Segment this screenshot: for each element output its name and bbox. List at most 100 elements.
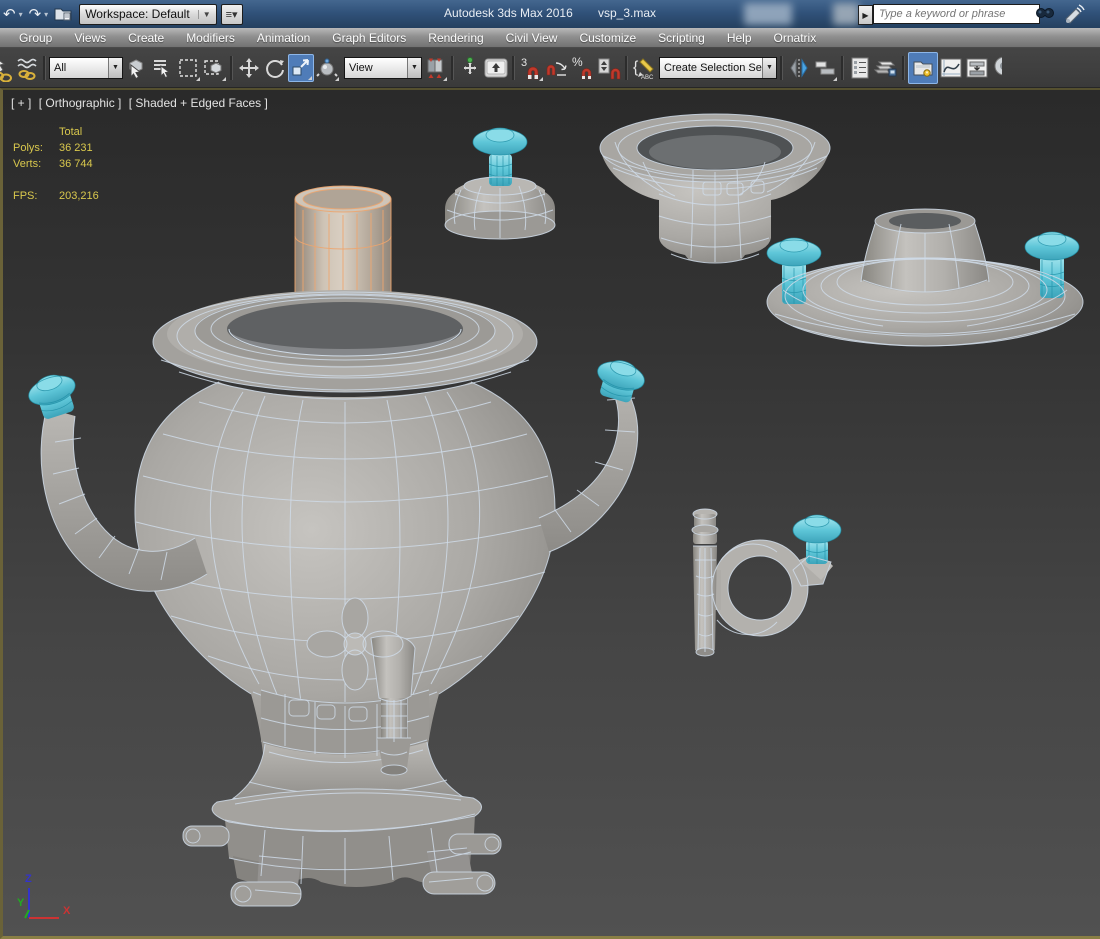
- samovar-rim[interactable]: [153, 290, 537, 399]
- select-and-manipulate-icon[interactable]: [457, 54, 483, 82]
- material-editor-icon[interactable]: [908, 52, 938, 84]
- stats-verts-label: Verts:: [13, 156, 59, 172]
- toolbar-separator: [230, 56, 233, 80]
- rectangular-selection-region-icon[interactable]: [175, 54, 201, 82]
- curve-editor-icon[interactable]: [938, 54, 964, 82]
- samovar-right-handle[interactable]: [539, 355, 648, 552]
- menu-graph-editors[interactable]: Graph Editors: [321, 31, 417, 45]
- axis-z-label: Z: [25, 873, 32, 885]
- toolbar-separator: [841, 56, 844, 80]
- blurred-account-area: [744, 3, 792, 25]
- menu-group[interactable]: Group: [8, 31, 63, 45]
- menu-help[interactable]: Help: [716, 31, 763, 45]
- main-toolbar: All ▼ View ▼: [0, 48, 1100, 88]
- app-title: Autodesk 3ds Max 2016: [444, 6, 573, 20]
- world-axis-tripod: Z X Y: [15, 866, 85, 926]
- schematic-view-icon[interactable]: [964, 54, 990, 82]
- viewport-pov-menu[interactable]: [ Orthographic ]: [39, 96, 122, 110]
- menu-ornatrix[interactable]: Ornatrix: [763, 31, 828, 45]
- reference-coordinate-dropdown[interactable]: View ▼: [344, 57, 422, 79]
- spinner-snap-icon[interactable]: [596, 54, 622, 82]
- menu-modifiers[interactable]: Modifiers: [175, 31, 246, 45]
- menu-civil-view[interactable]: Civil View: [495, 31, 569, 45]
- undo-icon[interactable]: ↶: [2, 7, 17, 22]
- bind-to-space-warp-icon[interactable]: [14, 54, 40, 82]
- samovar[interactable]: [24, 186, 648, 906]
- toolbar-separator: [451, 56, 454, 80]
- toolbar-separator: [43, 56, 46, 80]
- project-folder-icon[interactable]: [53, 5, 73, 23]
- menu-animation[interactable]: Animation: [246, 31, 321, 45]
- selection-filter-dropdown[interactable]: All ▼: [49, 57, 123, 79]
- percent-snap-icon[interactable]: %: [570, 54, 596, 82]
- redo-icon[interactable]: ↷: [28, 7, 43, 22]
- scene-explorer-icon[interactable]: [873, 54, 899, 82]
- viewport[interactable]: [ + ] [ Orthographic ] [ Shaded + Edged …: [0, 88, 1100, 939]
- search-input[interactable]: [873, 4, 1040, 24]
- axis-y-label: Y: [17, 897, 25, 909]
- lid-cap[interactable]: [445, 128, 555, 239]
- menu-rendering[interactable]: Rendering: [417, 31, 494, 45]
- select-by-name-icon[interactable]: [149, 54, 175, 82]
- align-icon[interactable]: [812, 54, 838, 82]
- search-history-arrow[interactable]: ▶: [858, 5, 873, 25]
- menubar: Group Views Create Modifiers Animation G…: [0, 28, 1100, 48]
- select-and-rotate-icon[interactable]: [262, 54, 288, 82]
- viewport-shading-menu[interactable]: [ Shaded + Edged Faces ]: [129, 96, 268, 110]
- search-icon[interactable]: [1034, 3, 1056, 30]
- viewport-label: [ + ] [ Orthographic ] [ Shaded + Edged …: [11, 96, 272, 110]
- select-and-link-icon[interactable]: [0, 54, 14, 82]
- workspace-dropdown[interactable]: Workspace: Default ▼: [79, 4, 216, 25]
- selection-filter-value: All: [50, 62, 108, 74]
- tap-assembly[interactable]: [692, 509, 841, 656]
- toolbar-separator: [625, 56, 628, 80]
- toolbar-separator: [902, 56, 905, 80]
- lid-plate-with-knobs[interactable]: [767, 209, 1083, 346]
- render-setup-icon[interactable]: [990, 54, 1002, 82]
- toolbar-separator: [512, 56, 515, 80]
- select-and-place-icon[interactable]: [314, 54, 340, 82]
- undo-dropdown-icon[interactable]: ▾: [19, 10, 23, 19]
- communication-center-icon[interactable]: [1062, 3, 1086, 30]
- stats-verts-value: 36 744: [59, 156, 99, 172]
- window-crossing-toggle-icon[interactable]: [201, 54, 227, 82]
- menu-views[interactable]: Views: [63, 31, 117, 45]
- select-object-icon[interactable]: [123, 54, 149, 82]
- chevron-down-icon: ▼: [108, 58, 122, 78]
- mirror-icon[interactable]: [786, 54, 812, 82]
- menu-create[interactable]: Create: [117, 31, 175, 45]
- document-name: vsp_3.max: [598, 6, 656, 20]
- keyboard-shortcut-override-icon[interactable]: [483, 54, 509, 82]
- stats-header: Total: [59, 124, 99, 140]
- scene-canvas[interactable]: [3, 90, 1100, 936]
- layer-manager-icon[interactable]: [847, 54, 873, 82]
- workspace-flyout-button[interactable]: ≡▾: [221, 4, 243, 25]
- named-selection-set-value: Create Selection Se: [660, 62, 762, 74]
- axis-x-label: X: [63, 905, 71, 917]
- use-pivot-point-center-icon[interactable]: [422, 54, 448, 82]
- statistics-overlay: Total Polys: 36 231 Verts: 36 744 FPS: 2…: [13, 124, 99, 204]
- workspace-label: Workspace: Default: [85, 7, 190, 21]
- titlebar: ↶ ▾ ↷ ▾ Workspace: Default ▼ ≡▾ Autodesk…: [0, 0, 1100, 28]
- samovar-base[interactable]: [183, 789, 501, 906]
- stats-fps-label: FPS:: [13, 188, 59, 204]
- blurred-account-area: [833, 3, 859, 25]
- edit-named-selection-sets-icon[interactable]: {ABC: [631, 54, 657, 82]
- menu-scripting[interactable]: Scripting: [647, 31, 716, 45]
- viewport-general-menu[interactable]: [ + ]: [11, 96, 31, 110]
- quick-access-toolbar: ↶ ▾ ↷ ▾ Workspace: Default ▼ ≡▾: [0, 4, 243, 25]
- svg-text:3: 3: [521, 57, 527, 69]
- named-selection-set-dropdown[interactable]: Create Selection Se ▼: [659, 57, 777, 79]
- 3ds-max-window: ↶ ▾ ↷ ▾ Workspace: Default ▼ ≡▾ Autodesk…: [0, 0, 1100, 939]
- reference-coordinate-value: View: [345, 62, 407, 74]
- snap-toggle-3d-icon[interactable]: 3: [518, 54, 544, 82]
- svg-text:ABC: ABC: [641, 75, 654, 81]
- angle-snap-icon[interactable]: [544, 54, 570, 82]
- select-and-move-icon[interactable]: [236, 54, 262, 82]
- stats-polys-value: 36 231: [59, 140, 99, 156]
- menu-customize[interactable]: Customize: [568, 31, 647, 45]
- stats-fps-value: 203,216: [59, 188, 99, 204]
- chevron-down-icon: ▼: [198, 10, 211, 19]
- select-and-scale-icon[interactable]: [288, 54, 314, 82]
- redo-dropdown-icon[interactable]: ▾: [44, 10, 48, 19]
